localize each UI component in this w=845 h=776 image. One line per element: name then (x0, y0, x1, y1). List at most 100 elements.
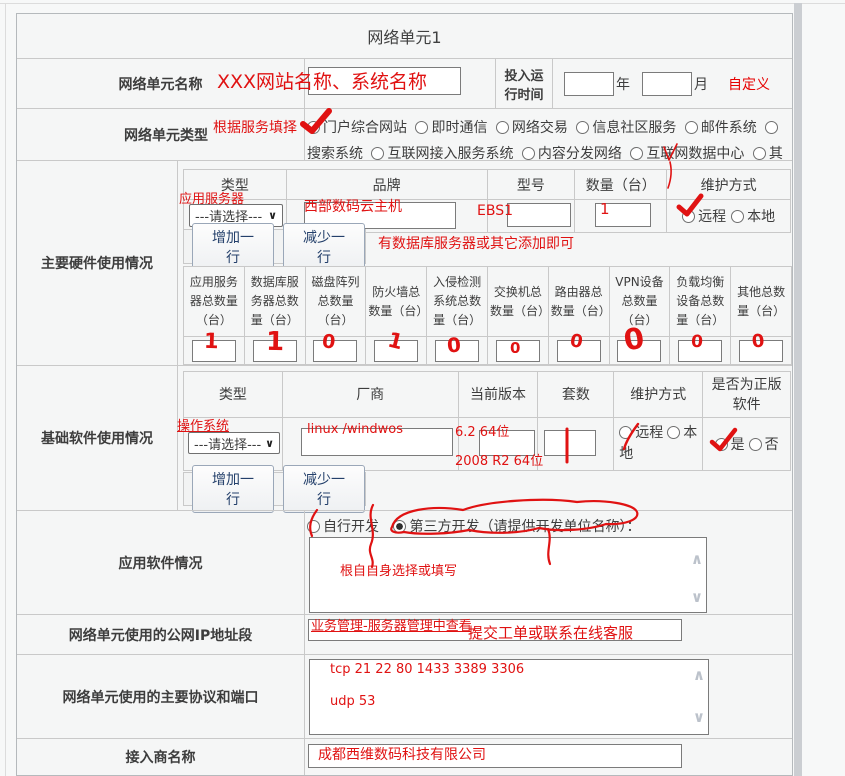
hardware-count-table: 应用服务器总数量（台） 数据库服务器总数量（台） 磁盘阵列总数量（台） 防火墙总… (183, 266, 792, 365)
self-develop-option[interactable]: 自行开发 (307, 519, 379, 535)
type-option-trade[interactable]: 网络交易 (496, 120, 568, 136)
appsoft-textarea[interactable]: ∧ ∨ (309, 537, 707, 613)
type-option-mail[interactable]: 邮件系统 (685, 120, 757, 136)
count-col-firewall: 防火墙总数量（台） (366, 267, 427, 336)
third-party-develop-label: 第三方开发（请提供开发单位名称）： (409, 519, 640, 535)
sw-sets-input[interactable] (544, 430, 596, 456)
hw-col-type: 类型 (184, 170, 287, 199)
count-col-other: 其他总数量（台） (731, 267, 791, 336)
vertical-scrollbar[interactable] (794, 3, 802, 776)
unit-type-label: 网络单元类型 (17, 109, 305, 160)
sw-genuine-cell: 是 否 (703, 418, 790, 470)
count-input-router[interactable] (557, 340, 601, 362)
type-option-im[interactable]: 即时通信 (415, 120, 487, 136)
protocol-textarea[interactable]: ∧ ∨ (309, 659, 709, 735)
radio-icon[interactable] (371, 147, 384, 160)
count-input-switch[interactable] (496, 340, 540, 362)
radio-icon[interactable] (630, 147, 643, 160)
hw-qty-input[interactable] (595, 203, 651, 227)
month-suffix: 月 (694, 74, 708, 94)
radio-selected-icon[interactable] (393, 520, 406, 533)
type-option-community[interactable]: 信息社区服务 (576, 120, 676, 136)
hw-remote-option[interactable]: 远程 (682, 206, 726, 226)
protocol-row: 网络单元使用的主要协议和端口 ∧ ∨ (17, 654, 792, 738)
count-input-other[interactable] (739, 340, 783, 362)
sw-add-row-button[interactable]: 增加一行 (192, 465, 274, 513)
hw-add-row-button[interactable]: 增加一行 (192, 223, 274, 271)
public-ip-input[interactable] (308, 619, 682, 641)
count-input-ids[interactable] (435, 340, 479, 362)
count-col-diskarray: 磁盘阵列总数量（台） (306, 267, 367, 336)
unit-name-row: 网络单元名称 投入运行时间 年 月 自定义 (17, 58, 792, 108)
count-input-loadbalance[interactable] (678, 340, 722, 362)
hw-remove-row-button[interactable]: 减少一行 (283, 223, 365, 271)
radio-icon[interactable] (415, 121, 428, 134)
radio-icon[interactable] (307, 121, 320, 134)
sw-genuine-no-option[interactable]: 否 (749, 434, 779, 454)
scroll-down-icon[interactable]: ∨ (693, 710, 705, 725)
scroll-down-icon[interactable]: ∨ (691, 590, 703, 605)
count-col-switch: 交换机总数量（台） (488, 267, 549, 336)
count-input-vpn[interactable] (617, 340, 661, 362)
hardware-content: 类型 品牌 型号 数量（台） 维护方式 ---请选择--- ∨ (178, 161, 792, 365)
type-option-label: 即时通信 (431, 120, 487, 136)
radio-icon[interactable] (749, 438, 762, 451)
form-title-row: 网络单元1 (17, 14, 792, 58)
appsoft-content: 自行开发 第三方开发（请提供开发单位名称）： ∧ ∨ (305, 511, 792, 614)
count-input-appserver[interactable] (192, 340, 236, 362)
hw-maintain-cell: 远程 本地 (667, 200, 790, 232)
year-suffix: 年 (616, 74, 630, 94)
radio-icon[interactable] (753, 147, 766, 160)
isp-label: 接入商名称 (17, 739, 305, 775)
sw-remove-row-button[interactable]: 减少一行 (283, 465, 365, 513)
radio-icon[interactable] (667, 426, 680, 439)
runtime-year-input[interactable] (564, 72, 614, 96)
count-input-dbserver[interactable] (253, 340, 297, 362)
hw-col-model: 型号 (488, 170, 576, 199)
network-unit-form: 网络单元1 网络单元名称 投入运行时间 年 月 自定义 网络单元类型 门户综合网… (16, 13, 793, 776)
radio-icon[interactable] (576, 121, 589, 134)
hardware-label: 主要硬件使用情况 (17, 161, 178, 365)
frame-left-border (5, 3, 6, 776)
software-table: 类型 厂商 当前版本 套数 维护方式 是否为正版软件 ---请选择--- ∨ (183, 371, 791, 471)
sw-col-sets: 套数 (538, 372, 614, 417)
software-content: 类型 厂商 当前版本 套数 维护方式 是否为正版软件 ---请选择--- ∨ (178, 366, 792, 510)
sw-version-input[interactable] (479, 430, 535, 456)
radio-icon[interactable] (731, 210, 744, 223)
isp-row: 接入商名称 (17, 738, 792, 775)
count-input-diskarray[interactable] (313, 340, 357, 362)
radio-icon[interactable] (685, 121, 698, 134)
unit-name-cell (305, 59, 496, 108)
type-option-portal[interactable]: 门户综合网站 (307, 120, 407, 136)
isp-input[interactable] (308, 744, 682, 768)
third-party-develop-option[interactable]: 第三方开发（请提供开发单位名称）： (393, 519, 640, 535)
runtime-month-input[interactable] (642, 72, 692, 96)
count-col-dbserver: 数据库服务器总数量（台） (245, 267, 306, 336)
radio-icon[interactable] (307, 520, 320, 533)
unit-type-options-cell: 门户综合网站 即时通信 网络交易 信息社区服务 邮件系统 搜索系统 互联网接入服… (305, 109, 792, 160)
custom-link[interactable]: 自定义 (728, 74, 770, 94)
sw-remote-label: 远程 (635, 425, 663, 441)
radio-icon[interactable] (765, 121, 778, 134)
sw-genuine-yes-option[interactable]: 是 (715, 434, 745, 454)
isp-content (305, 739, 792, 775)
radio-icon[interactable] (496, 121, 509, 134)
sw-type-select[interactable]: ---请选择--- ∨ (188, 432, 280, 454)
hw-local-option[interactable]: 本地 (731, 206, 775, 226)
radio-icon[interactable] (682, 210, 695, 223)
unit-name-input[interactable] (308, 67, 461, 95)
radio-icon[interactable] (619, 426, 632, 439)
self-develop-label: 自行开发 (323, 519, 379, 535)
radio-icon[interactable] (715, 438, 728, 451)
protocol-label: 网络单元使用的主要协议和端口 (17, 655, 305, 738)
sw-vendor-input[interactable] (301, 428, 453, 456)
chevron-down-icon: ∨ (265, 437, 274, 450)
radio-icon[interactable] (522, 147, 535, 160)
sw-col-version: 当前版本 (459, 372, 539, 417)
scroll-up-icon[interactable]: ∧ (693, 668, 705, 683)
sw-col-type: 类型 (184, 372, 283, 417)
hw-model-input[interactable] (507, 203, 571, 227)
count-input-firewall[interactable] (374, 340, 418, 362)
sw-col-maintain: 维护方式 (614, 372, 703, 417)
scroll-up-icon[interactable]: ∧ (691, 552, 703, 567)
